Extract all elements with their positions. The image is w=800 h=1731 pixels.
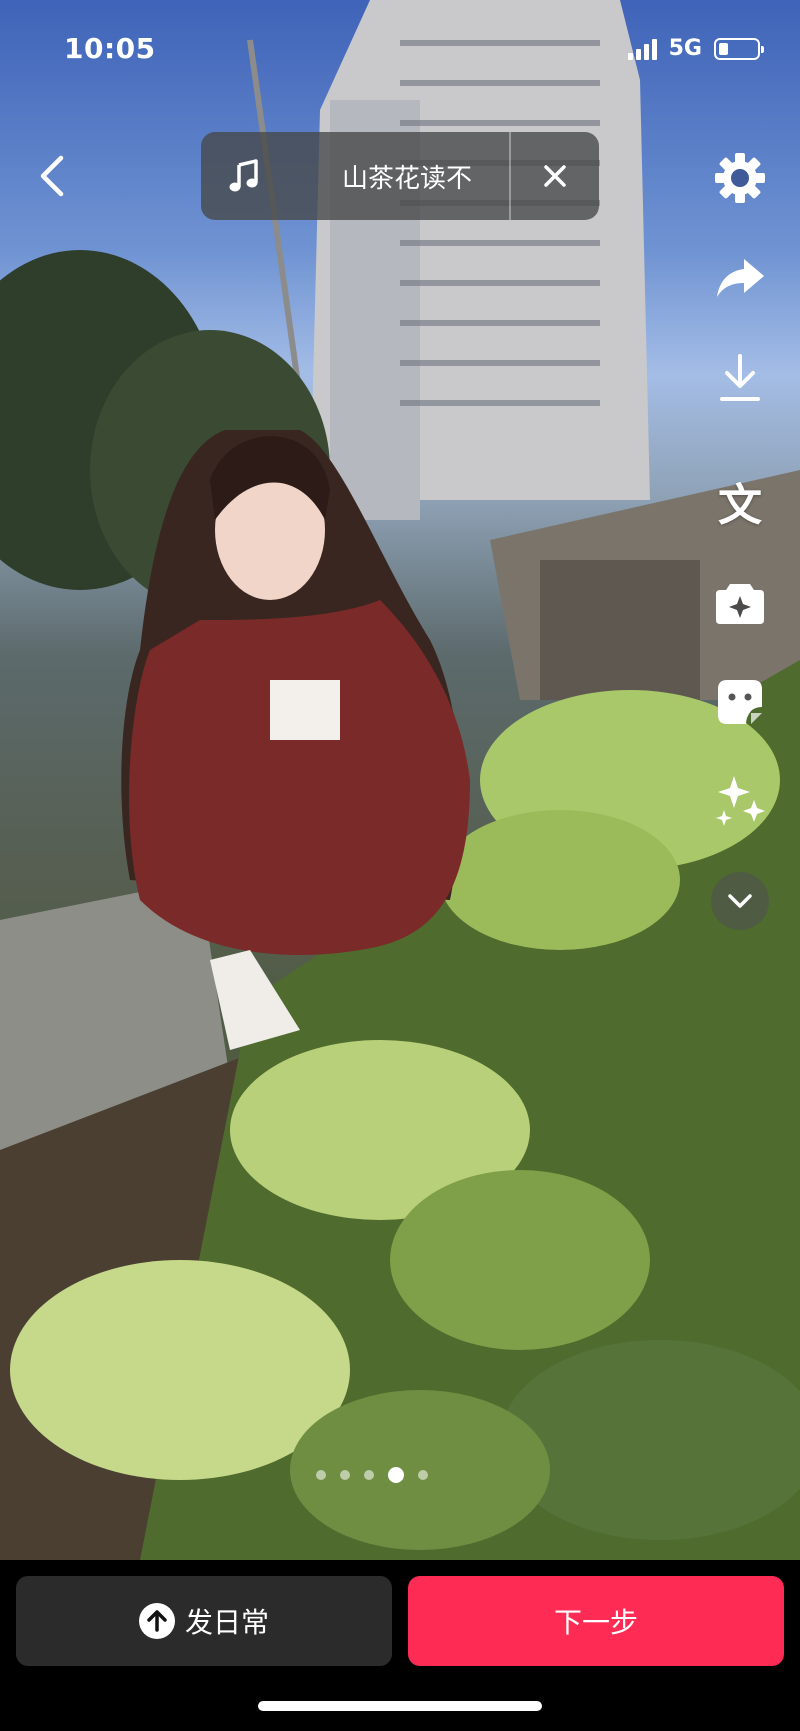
sticker-button[interactable] (712, 574, 768, 630)
music-note-icon (201, 132, 287, 220)
bottom-bar: 发日常 下一步 (0, 1560, 800, 1731)
music-title: 山茶花读不 (341, 163, 472, 194)
post-daily-button[interactable]: 发日常 (16, 1576, 392, 1666)
battery-icon (714, 37, 764, 60)
network-type: 5G (668, 36, 702, 61)
text-icon: 文 (718, 480, 762, 531)
page-dot (364, 1470, 374, 1480)
status-time: 10:05 (64, 32, 156, 65)
home-indicator[interactable] (258, 1701, 542, 1711)
signal-icon (627, 38, 657, 60)
share-button[interactable] (712, 250, 768, 306)
photo-scene (0, 0, 800, 1560)
page-dot (340, 1470, 350, 1480)
next-step-label: 下一步 (553, 1606, 638, 1639)
remove-music-button[interactable] (511, 132, 599, 220)
page-dot (316, 1470, 326, 1480)
photo-preview (0, 0, 800, 1560)
status-indicators: 5G (627, 36, 764, 61)
chevron-down-icon (728, 894, 752, 908)
download-button[interactable] (712, 350, 768, 406)
effects-button[interactable] (712, 674, 768, 730)
more-tools-button[interactable] (711, 872, 769, 930)
battery-level (719, 42, 728, 55)
share-arrow-icon (717, 259, 764, 297)
settings-button[interactable] (712, 150, 768, 206)
sparkles-icon (716, 776, 765, 826)
carousel-indicator (316, 1467, 428, 1483)
chevron-left-icon (40, 155, 64, 197)
text-button[interactable]: 文 (712, 478, 768, 534)
download-icon (720, 354, 760, 401)
back-button[interactable] (28, 148, 76, 204)
next-step-button[interactable]: 下一步 (408, 1576, 784, 1666)
enhance-button[interactable] (712, 772, 768, 828)
close-icon (544, 165, 566, 187)
camera-sparkle-icon (716, 584, 764, 624)
page-dot-active (388, 1467, 404, 1483)
face-effect-icon (718, 680, 762, 724)
page-dot (418, 1470, 428, 1480)
post-daily-label: 发日常 (184, 1606, 269, 1639)
music-selector[interactable]: 山茶花读不 (201, 132, 599, 220)
gear-icon (715, 153, 765, 203)
arrow-up-circle-icon (138, 1603, 175, 1639)
